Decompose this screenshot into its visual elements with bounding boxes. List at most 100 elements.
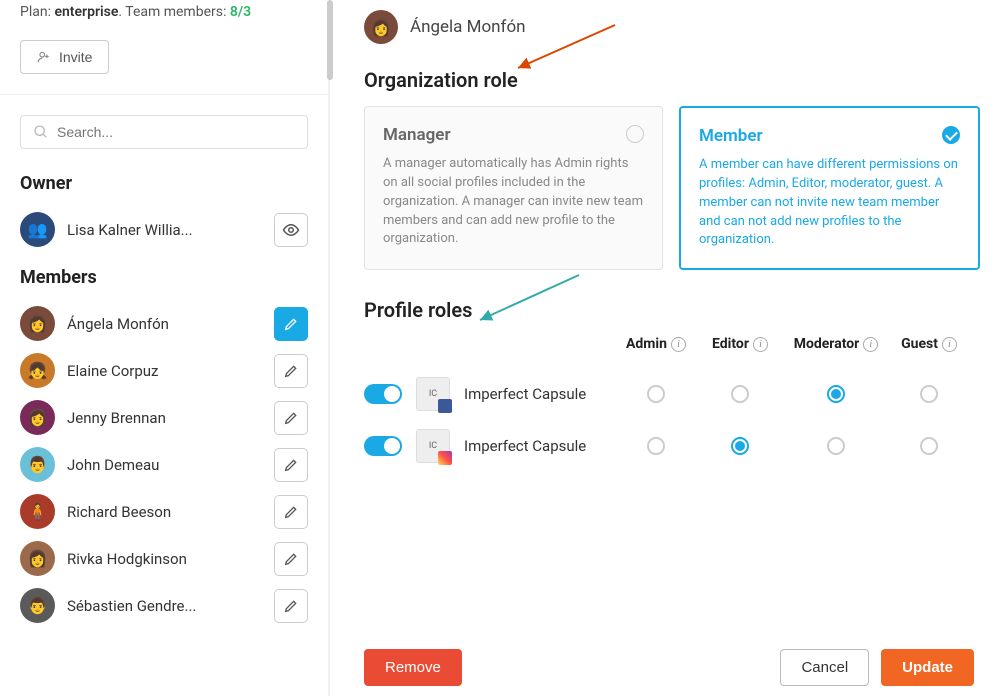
pencil-icon bbox=[283, 363, 299, 379]
radio-moderator[interactable] bbox=[827, 385, 845, 403]
member-name: Jenny Brennan bbox=[67, 409, 262, 427]
radio-moderator[interactable] bbox=[827, 437, 845, 455]
avatar: 🧍 bbox=[20, 494, 55, 529]
profile-row: IC Imperfect Capsule bbox=[364, 368, 980, 420]
check-circle-icon bbox=[942, 126, 960, 144]
profile-toggle[interactable] bbox=[364, 436, 402, 456]
pencil-icon bbox=[283, 504, 299, 520]
radio-admin[interactable] bbox=[647, 437, 665, 455]
sidebar: Plan: enterprise. Team members: 8/3 Invi… bbox=[0, 0, 330, 696]
radio-editor[interactable] bbox=[731, 437, 749, 455]
team-label: . Team members: bbox=[118, 4, 229, 20]
member-row[interactable]: 👨 Sébastien Gendre... bbox=[20, 582, 308, 629]
radio-editor[interactable] bbox=[731, 385, 749, 403]
col-editor: Editori bbox=[698, 336, 782, 352]
avatar: 👩 bbox=[20, 541, 55, 576]
member-name: Ángela Monfón bbox=[67, 315, 262, 333]
avatar: 👨 bbox=[20, 588, 55, 623]
owner-heading: Owner bbox=[20, 173, 308, 194]
owner-row[interactable]: 👥 Lisa Kalner Willia... bbox=[20, 206, 308, 253]
person-plus-icon bbox=[37, 50, 51, 64]
eye-icon bbox=[282, 221, 300, 239]
profile-toggle[interactable] bbox=[364, 384, 402, 404]
member-name: Sébastien Gendre... bbox=[67, 597, 262, 615]
cancel-button[interactable]: Cancel bbox=[780, 649, 869, 686]
scrollbar-thumb[interactable] bbox=[327, 0, 333, 80]
avatar: 👨 bbox=[20, 447, 55, 482]
role-card-member[interactable]: Member A member can have different permi… bbox=[679, 106, 980, 270]
team-count: 8/3 bbox=[230, 4, 251, 20]
profile-thumbnail: IC bbox=[416, 377, 450, 411]
member-name: Richard Beeson bbox=[67, 503, 262, 521]
role-card-manager[interactable]: Manager A manager automatically has Admi… bbox=[364, 106, 663, 270]
member-row[interactable]: 👨 John Demeau bbox=[20, 441, 308, 488]
role-cards: Manager A manager automatically has Admi… bbox=[364, 106, 980, 270]
pencil-icon bbox=[283, 410, 299, 426]
member-row[interactable]: 👩 Rivka Hodgkinson bbox=[20, 535, 308, 582]
org-role-heading: Organization role bbox=[364, 68, 980, 92]
owner-name: Lisa Kalner Willia... bbox=[67, 221, 262, 239]
members-heading: Members bbox=[20, 267, 308, 288]
edit-button[interactable] bbox=[274, 307, 308, 341]
facebook-badge-icon bbox=[438, 399, 452, 413]
user-name: Ángela Monfón bbox=[410, 17, 526, 37]
profile-name: Imperfect Capsule bbox=[464, 385, 586, 403]
invite-button[interactable]: Invite bbox=[20, 40, 109, 74]
role-title: Member bbox=[699, 126, 960, 146]
profile-name: Imperfect Capsule bbox=[464, 437, 586, 455]
pencil-icon bbox=[283, 457, 299, 473]
member-row[interactable]: 🧍 Richard Beeson bbox=[20, 488, 308, 535]
user-header: 👩 Ángela Monfón bbox=[364, 10, 980, 44]
search-icon bbox=[33, 124, 49, 140]
edit-button[interactable] bbox=[274, 589, 308, 623]
edit-button[interactable] bbox=[274, 542, 308, 576]
info-icon[interactable]: i bbox=[671, 337, 686, 352]
profile-thumbnail: IC bbox=[416, 429, 450, 463]
edit-button[interactable] bbox=[274, 495, 308, 529]
radio-admin[interactable] bbox=[647, 385, 665, 403]
radio-guest[interactable] bbox=[920, 437, 938, 455]
col-admin: Admini bbox=[614, 336, 698, 352]
avatar: 👩 bbox=[364, 10, 398, 44]
main-panel: 👩 Ángela Monfón Organization role Manage… bbox=[364, 0, 980, 696]
divider bbox=[0, 94, 328, 95]
role-desc: A manager automatically has Admin rights… bbox=[383, 155, 644, 249]
plan-prefix: Plan: bbox=[20, 4, 54, 20]
col-moderator: Moderatori bbox=[782, 336, 890, 352]
member-row[interactable]: 👧 Elaine Corpuz bbox=[20, 347, 308, 394]
edit-button[interactable] bbox=[274, 354, 308, 388]
search-input[interactable] bbox=[57, 124, 295, 140]
update-button[interactable]: Update bbox=[881, 649, 974, 686]
pencil-icon bbox=[283, 551, 299, 567]
radio-guest[interactable] bbox=[920, 385, 938, 403]
col-guest: Guesti bbox=[890, 336, 968, 352]
info-icon[interactable]: i bbox=[753, 337, 768, 352]
pencil-icon bbox=[283, 598, 299, 614]
member-name: John Demeau bbox=[67, 456, 262, 474]
profile-row: IC Imperfect Capsule bbox=[364, 420, 980, 472]
member-name: Rivka Hodgkinson bbox=[67, 550, 262, 568]
edit-button[interactable] bbox=[274, 448, 308, 482]
plan-summary: Plan: enterprise. Team members: 8/3 bbox=[20, 4, 308, 20]
instagram-badge-icon bbox=[438, 451, 452, 465]
profile-roles-heading: Profile roles bbox=[364, 298, 980, 322]
remove-button[interactable]: Remove bbox=[364, 649, 462, 686]
pencil-icon bbox=[283, 316, 299, 332]
footer-actions: Remove Cancel Update bbox=[364, 649, 974, 686]
info-icon[interactable]: i bbox=[942, 337, 957, 352]
edit-button[interactable] bbox=[274, 401, 308, 435]
view-button[interactable] bbox=[274, 213, 308, 247]
invite-label: Invite bbox=[59, 49, 92, 65]
info-icon[interactable]: i bbox=[863, 337, 878, 352]
radio-unchecked-icon bbox=[626, 125, 644, 143]
avatar: 👩 bbox=[20, 306, 55, 341]
plan-name: enterprise bbox=[54, 4, 118, 20]
avatar: 👥 bbox=[20, 212, 55, 247]
avatar: 👧 bbox=[20, 353, 55, 388]
roles-header: Admini Editori Moderatori Guesti bbox=[364, 336, 980, 352]
member-name: Elaine Corpuz bbox=[67, 362, 262, 380]
member-row[interactable]: 👩 Ángela Monfón bbox=[20, 300, 308, 347]
role-desc: A member can have different permissions … bbox=[699, 156, 960, 250]
member-row[interactable]: 👩 Jenny Brennan bbox=[20, 394, 308, 441]
search-box[interactable] bbox=[20, 115, 308, 149]
